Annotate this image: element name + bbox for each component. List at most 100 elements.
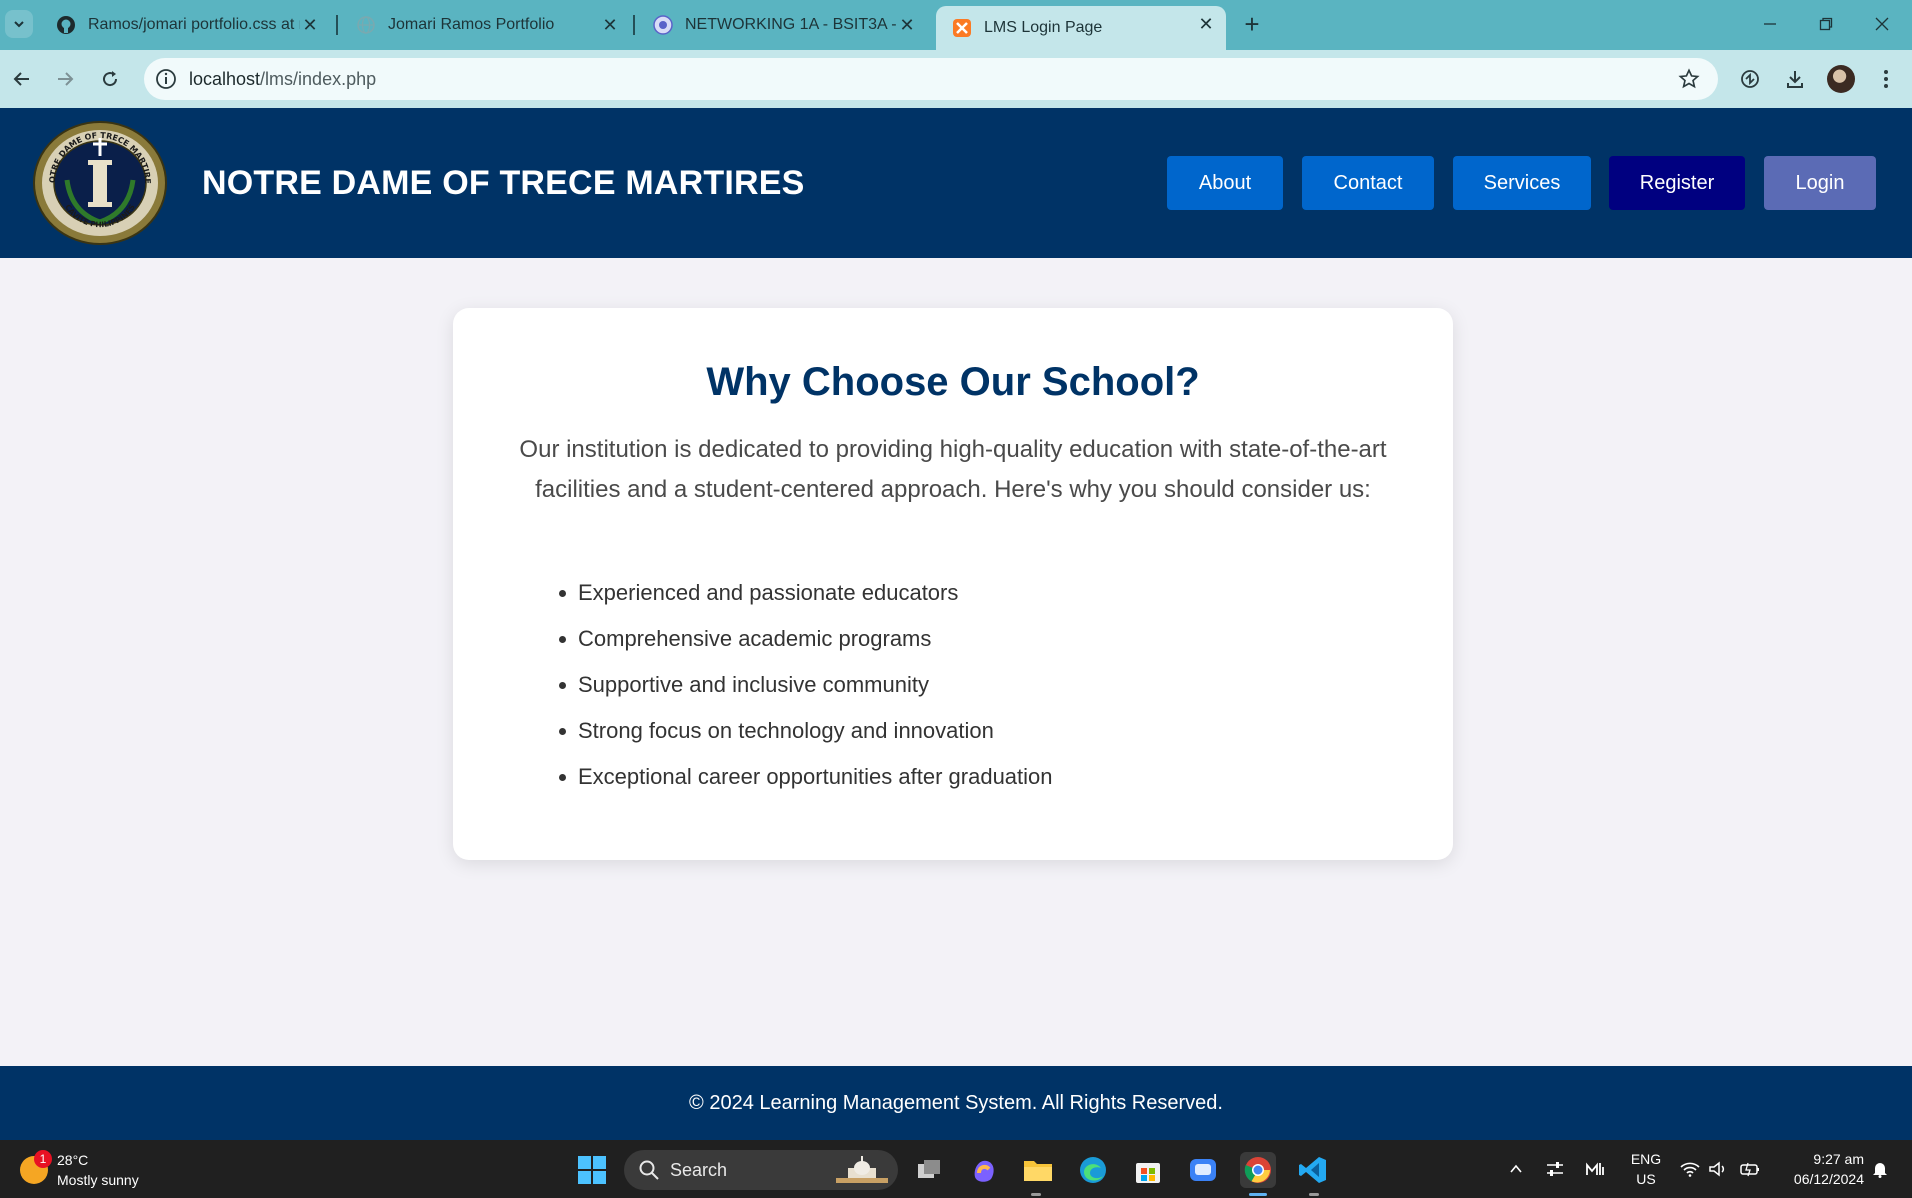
battery-icon: [1740, 1162, 1759, 1177]
volume-button[interactable]: [1706, 1154, 1730, 1184]
section-heading: Why Choose Our School?: [706, 360, 1200, 404]
login-button[interactable]: Login: [1764, 156, 1876, 210]
list-item: Comprehensive academic programs: [559, 616, 1053, 662]
globe-icon: [356, 15, 376, 35]
extension-button[interactable]: [1735, 64, 1765, 94]
wifi-button[interactable]: [1678, 1154, 1702, 1184]
language-indicator[interactable]: ENG US: [1626, 1149, 1666, 1189]
browser-tab[interactable]: NETWORKING 1A - BSIT3A - htt ✕: [637, 7, 927, 43]
arrow-left-icon: [13, 72, 29, 86]
list-item: Strong focus on technology and innovatio…: [559, 708, 1053, 754]
tray-app-button[interactable]: [1542, 1154, 1568, 1184]
info-icon[interactable]: [154, 67, 178, 91]
tab-divider: [336, 15, 338, 35]
capitol-icon: [836, 1156, 888, 1183]
tab-divider: [633, 15, 635, 35]
copilot-button[interactable]: [966, 1152, 1002, 1188]
tab-search-button[interactable]: [5, 10, 33, 38]
notifications-button[interactable]: [1868, 1154, 1892, 1184]
url-text[interactable]: localhost/lms/index.php: [189, 69, 376, 90]
list-item: Experienced and passionate educators: [559, 570, 1053, 616]
nav-services-button[interactable]: Services: [1453, 156, 1591, 210]
github-icon: [56, 15, 76, 35]
download-icon: [1787, 71, 1803, 88]
chevron-up-icon: [1510, 1164, 1522, 1173]
star-icon[interactable]: [1678, 68, 1700, 90]
reload-button[interactable]: [95, 64, 125, 94]
browser-tab[interactable]: Jomari Ramos Portfolio ✕: [340, 7, 630, 43]
browser-tab[interactable]: Ramos/jomari portfolio.css at m ✕: [40, 7, 330, 43]
profile-avatar[interactable]: [1827, 65, 1855, 93]
weather-condition: Mostly sunny: [57, 1172, 139, 1188]
close-icon[interactable]: ✕: [300, 15, 320, 35]
windows-icon: [578, 1156, 606, 1184]
weather-temp: 28°C: [57, 1152, 89, 1168]
lang-bottom: US: [1636, 1171, 1656, 1187]
search-label: Search: [670, 1160, 728, 1180]
search-icon: [639, 1160, 659, 1180]
new-tab-button[interactable]: +: [1238, 11, 1266, 39]
list-item: Supportive and inclusive community: [559, 662, 1053, 708]
tray-overflow-button[interactable]: [1504, 1154, 1528, 1184]
taskbar: 1 28°C Mostly sunny Search ENG US 9:27 a…: [0, 1140, 1912, 1198]
list-item: Exceptional career opportunities after g…: [559, 754, 1053, 800]
vscode-button[interactable]: [1295, 1152, 1331, 1188]
back-button[interactable]: [7, 64, 37, 94]
close-icon[interactable]: ✕: [600, 15, 620, 35]
running-indicator: [1031, 1193, 1041, 1196]
tray-app-button[interactable]: [1582, 1154, 1608, 1184]
clock-time: 9:27 am: [1813, 1151, 1864, 1167]
restore-icon: [1819, 17, 1833, 31]
notification-badge: 1: [34, 1150, 52, 1168]
store-icon: [1136, 1163, 1160, 1183]
chrome-icon: [1244, 1157, 1271, 1183]
task-view-button[interactable]: [911, 1152, 947, 1188]
tab-title: Jomari Ramos Portfolio: [388, 16, 555, 33]
xampp-icon: [952, 18, 972, 38]
file-explorer-button[interactable]: [1020, 1152, 1056, 1188]
clock[interactable]: 9:27 am 06/12/2024: [1774, 1149, 1864, 1189]
volume-icon: [1709, 1161, 1725, 1177]
active-indicator: [1249, 1193, 1267, 1196]
school-logo: NOTRE DAME OF TRECE MARTIRES CAVITE PHIL…: [31, 120, 167, 245]
close-icon[interactable]: ✕: [1196, 14, 1216, 34]
arrow-right-icon: [58, 72, 74, 86]
chat-app-button[interactable]: [1185, 1152, 1221, 1188]
wifi-icon: [1680, 1162, 1700, 1177]
downloads-button[interactable]: [1780, 64, 1810, 94]
nav-contact-button[interactable]: Contact: [1302, 156, 1434, 210]
close-window-button[interactable]: [1859, 8, 1905, 40]
task-view-icon: [918, 1160, 940, 1178]
extension-icon: [1741, 70, 1759, 88]
nav-about-button[interactable]: About: [1167, 156, 1283, 210]
menu-button[interactable]: [1871, 64, 1901, 94]
start-button[interactable]: [574, 1152, 610, 1188]
forward-button[interactable]: [50, 64, 80, 94]
close-icon[interactable]: ✕: [897, 15, 917, 35]
close-icon: [1875, 17, 1889, 31]
edge-button[interactable]: [1075, 1152, 1111, 1188]
taskbar-search[interactable]: Search: [624, 1150, 898, 1190]
running-indicator: [1309, 1193, 1319, 1196]
more-vertical-icon: [1884, 70, 1888, 88]
browser-toolbar: localhost/lms/index.php: [0, 50, 1912, 108]
tab-title: Ramos/jomari portfolio.css at m: [88, 16, 300, 33]
bell-icon: [1873, 1163, 1887, 1178]
why-choose-card: Why Choose Our School? Our institution i…: [453, 308, 1453, 860]
site-footer: © 2024 Learning Management System. All R…: [0, 1066, 1912, 1140]
battery-button[interactable]: [1738, 1154, 1762, 1184]
weather-widget[interactable]: 1 28°C Mostly sunny: [18, 1148, 188, 1190]
chrome-button[interactable]: [1240, 1152, 1276, 1188]
copyright-text: © 2024 Learning Management System. All R…: [689, 1091, 1223, 1114]
address-bar[interactable]: localhost/lms/index.php: [144, 58, 1718, 100]
intro-paragraph: Our institution is dedicated to providin…: [519, 436, 1387, 503]
register-button[interactable]: Register: [1609, 156, 1745, 210]
url-host: localhost: [189, 69, 261, 89]
store-button[interactable]: [1130, 1152, 1166, 1188]
chevron-down-icon: [14, 21, 24, 28]
site-header: NOTRE DAME OF TRECE MARTIRES CAVITE PHIL…: [0, 108, 1912, 258]
minimize-button[interactable]: [1747, 8, 1793, 40]
browser-tab-active[interactable]: LMS Login Page ✕: [936, 6, 1226, 50]
lang-top: ENG: [1630, 1151, 1662, 1167]
restore-button[interactable]: [1803, 8, 1849, 40]
